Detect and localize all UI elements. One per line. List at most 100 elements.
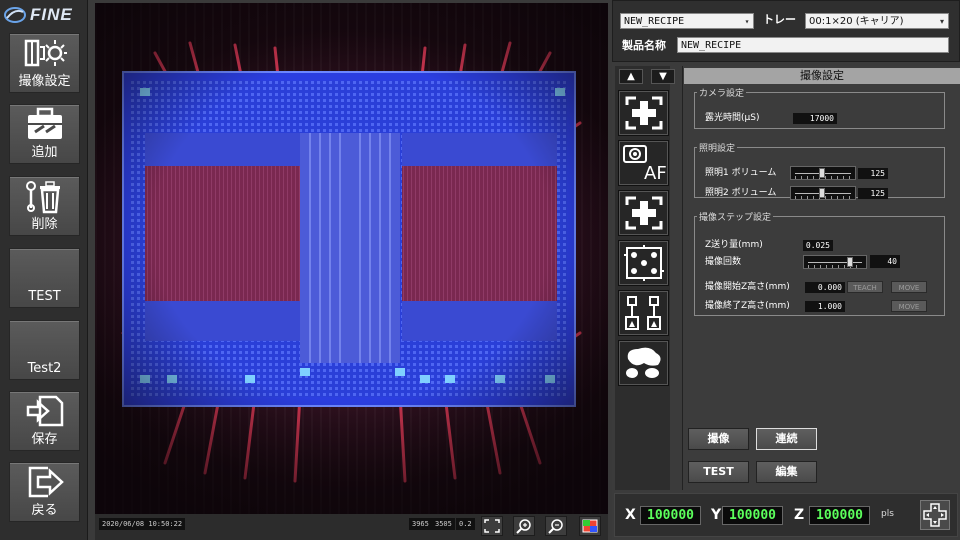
light1-slider[interactable] — [790, 166, 856, 180]
camera-settings-group: カメラ設定 露光時間(μS) 17000 — [694, 86, 945, 129]
zoom-in-button[interactable] — [513, 516, 535, 536]
sidebar-item-capture-settings[interactable]: 撮像設定 — [9, 33, 80, 93]
zend-label: 撮像終了Z高さ(mm) — [705, 301, 790, 311]
sidebar-item-add[interactable]: 追加 — [9, 104, 80, 164]
z-axis-label: Z — [794, 507, 805, 523]
triangle-up-icon: ▲ — [627, 71, 635, 82]
right-panel: NEW_RECIPE ▾ トレー 00:1×20 (キャリア) ▾ 製品名称 N… — [612, 0, 960, 540]
exit-icon — [22, 464, 68, 500]
tool-blob[interactable] — [618, 340, 669, 386]
save-icon — [22, 393, 68, 429]
brand-name: FINE — [30, 5, 73, 24]
multi-point-icon — [623, 245, 664, 281]
test-button[interactable]: TEST — [688, 461, 749, 483]
capture-count-value[interactable]: 40 — [870, 255, 900, 268]
autofocus-icon: AF — [622, 145, 666, 183]
af-label: AF — [644, 163, 666, 183]
group-title: 照明設定 — [699, 144, 736, 154]
sidebar-item-label: 追加 — [31, 145, 58, 160]
exposure-input[interactable]: 17000 — [793, 113, 837, 124]
zoom-in-icon — [516, 519, 531, 534]
lighting-settings-group: 照明設定 照明1 ボリューム 125 照明2 ボリューム 125 — [694, 141, 945, 200]
sidebar-item-label: 削除 — [31, 217, 58, 232]
toolbox-add-icon — [22, 106, 68, 142]
sidebar-item-save[interactable]: 保存 — [9, 391, 80, 451]
zend-input[interactable]: 1.000 — [805, 301, 845, 312]
sidebar: FINE 撮像設定 追加 削除 TEST Test2 保存 戻る — [0, 0, 88, 540]
product-name-input[interactable]: NEW_RECIPE — [677, 37, 949, 53]
blob-detect-icon — [625, 347, 661, 378]
sidebar-item-test[interactable]: TEST — [9, 248, 80, 308]
slider-thumb[interactable] — [819, 188, 825, 198]
recipe-bar: NEW_RECIPE ▾ トレー 00:1×20 (キャリア) ▾ 製品名称 N… — [612, 0, 960, 62]
sidebar-item-label: 保存 — [31, 432, 58, 447]
camera-light-icon — [22, 35, 68, 71]
sidebar-item-label: Test2 — [27, 361, 62, 376]
direction-pad-icon — [923, 503, 947, 527]
zfeed-label: Z送り量(mm) — [705, 240, 763, 250]
coordinate-bar: X 100000 Y 100000 Z 100000 pls — [614, 493, 958, 537]
tool-crosshair-frame[interactable] — [618, 190, 669, 236]
unit-label: pls — [881, 509, 894, 519]
slider-thumb[interactable] — [847, 257, 853, 267]
light2-label: 照明2 ボリューム — [705, 188, 777, 198]
tool-autofocus[interactable]: AF — [618, 140, 669, 186]
timestamp: 2020/06/08 10:50:22 — [99, 518, 186, 530]
trash-tools-icon — [22, 178, 68, 214]
tool-alignment[interactable] — [618, 290, 669, 336]
recipe-select[interactable]: NEW_RECIPE ▾ — [620, 13, 754, 29]
capture-step-group: 撮像ステップ設定 Z送り量(mm) 0.025 撮像回数 40 撮像開始Z高さ(… — [694, 210, 945, 316]
light2-slider[interactable] — [790, 186, 856, 200]
group-title: カメラ設定 — [699, 89, 745, 99]
jog-pad-button[interactable] — [920, 500, 950, 530]
move-start-button[interactable]: MOVE — [891, 281, 927, 293]
move-end-button[interactable]: MOVE — [891, 300, 927, 312]
alignment-marks-icon — [624, 296, 661, 330]
zfeed-input[interactable]: 0.025 — [803, 240, 833, 251]
crosshair-icon — [625, 196, 662, 230]
recipe-select-value: NEW_RECIPE — [624, 16, 685, 27]
sidebar-item-test2[interactable]: Test2 — [9, 320, 80, 380]
y-position: 100000 — [722, 506, 783, 525]
zstart-input[interactable]: 0.000 — [805, 282, 845, 293]
light2-value[interactable]: 125 — [858, 188, 888, 199]
tool-multi-point[interactable] — [618, 240, 669, 286]
fit-screen-button[interactable] — [481, 516, 503, 536]
sidebar-item-delete[interactable]: 削除 — [9, 176, 80, 236]
capture-count-slider[interactable] — [803, 255, 867, 269]
zoom-out-button[interactable] — [545, 516, 567, 536]
zoom-level: 0.2 — [456, 518, 475, 530]
product-name-label: 製品名称 — [622, 39, 666, 52]
slider-thumb[interactable] — [819, 168, 825, 178]
zstart-label: 撮像開始Z高さ(mm) — [705, 282, 790, 292]
image-height: 3505 — [432, 518, 455, 530]
scroll-down-button[interactable]: ▼ — [651, 69, 675, 84]
z-position: 100000 — [809, 506, 870, 525]
crosshair-frame-icon — [625, 96, 662, 130]
color-mode-button[interactable] — [579, 516, 601, 536]
capture-settings-panel: 撮像設定 カメラ設定 露光時間(μS) 17000 照明設定 照明1 ボリューム… — [682, 66, 960, 490]
chevron-down-icon: ▾ — [939, 17, 944, 26]
capture-button[interactable]: 撮像 — [688, 428, 749, 450]
x-position: 100000 — [640, 506, 701, 525]
light1-value[interactable]: 125 — [858, 168, 888, 179]
sidebar-item-label: 戻る — [31, 503, 58, 518]
fine-logo-icon — [4, 6, 26, 24]
edit-button[interactable]: 編集 — [756, 461, 817, 483]
tray-select[interactable]: 00:1×20 (キャリア) ▾ — [805, 13, 949, 29]
sidebar-item-label: TEST — [28, 289, 61, 304]
fit-screen-icon — [484, 519, 500, 533]
view-status-bar: 2020/06/08 10:50:22 3965 3505 0.2 — [95, 514, 608, 540]
tool-crosshair[interactable] — [618, 90, 669, 136]
teach-button[interactable]: TEACH — [847, 281, 883, 293]
product-name-value: NEW_RECIPE — [681, 40, 742, 51]
continuous-button[interactable]: 連続 — [756, 428, 817, 450]
group-title: 撮像ステップ設定 — [699, 213, 772, 223]
sidebar-item-back[interactable]: 戻る — [9, 462, 80, 522]
capture-count-label: 撮像回数 — [705, 257, 742, 267]
color-palette-icon — [582, 519, 598, 533]
scroll-up-button[interactable]: ▲ — [619, 69, 643, 84]
chevron-down-icon: ▾ — [744, 17, 750, 26]
tray-label: トレー — [763, 13, 796, 26]
camera-view[interactable] — [95, 3, 608, 514]
